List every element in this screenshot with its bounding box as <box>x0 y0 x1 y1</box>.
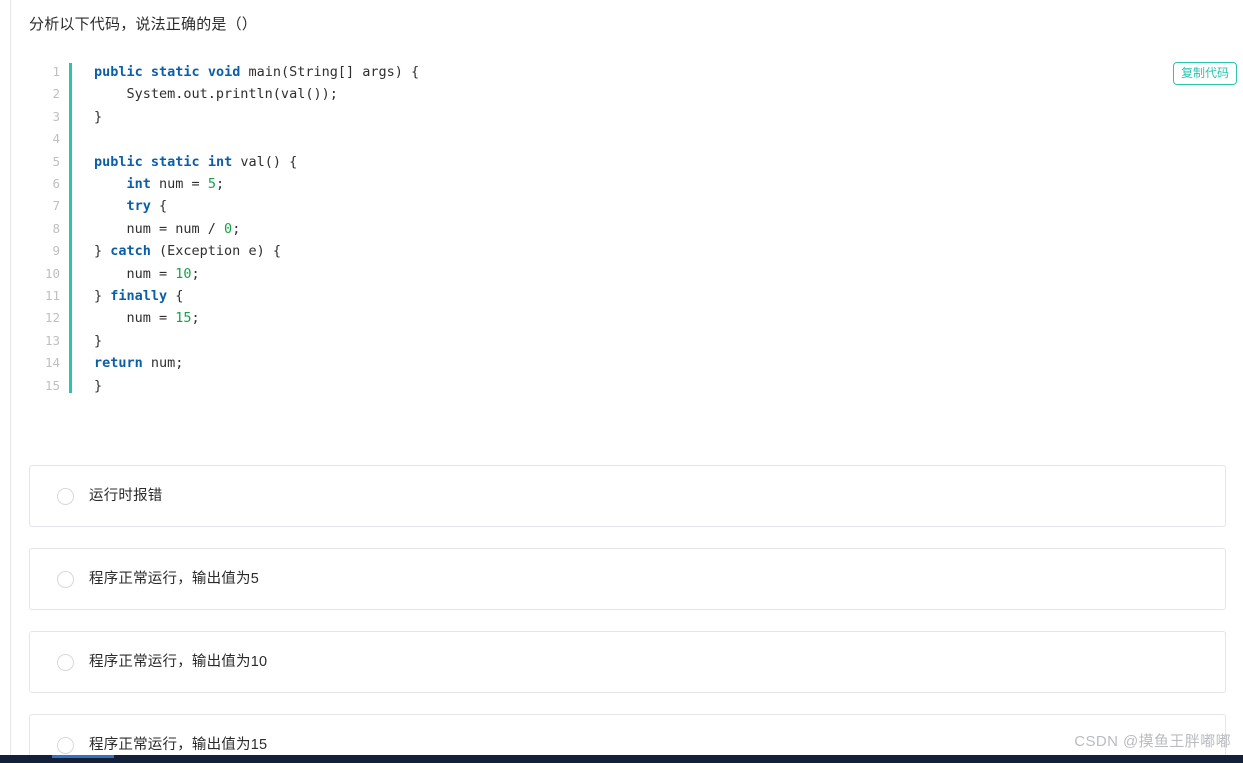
answer-option-label: 程序正常运行，输出值为5 <box>89 571 259 587</box>
code-line: public static int val() { <box>94 151 1243 173</box>
code-block: 复制代码 1 2 3 4 5 6 7 8 9 10 11 12 13 14 15 public static… <box>29 55 1243 405</box>
code-line: return num; <box>94 352 1243 374</box>
radio-icon[interactable] <box>57 570 74 588</box>
code-line-number: 10 <box>44 265 60 281</box>
code-line: int num = 5; <box>94 173 1243 195</box>
code-token-plain: } <box>94 377 103 394</box>
code-token-plain: } <box>94 243 111 260</box>
answer-option[interactable]: 程序正常运行，输出值为5 <box>29 548 1226 610</box>
code-line: System.out.println(val()); <box>94 83 1243 105</box>
code-line: } catch (Exception e) { <box>94 240 1243 262</box>
code-line-number: 7 <box>52 198 60 214</box>
code-line-number: 6 <box>52 176 60 192</box>
code-line-number: 8 <box>52 220 60 236</box>
code-line-number: 4 <box>52 131 60 147</box>
answer-option[interactable]: 程序正常运行，输出值为10 <box>29 631 1226 693</box>
code-line-number: 2 <box>52 86 60 102</box>
code-token-num: 0 <box>224 220 233 237</box>
code-line: } finally { <box>94 285 1243 307</box>
code-line-number: 12 <box>44 310 60 326</box>
code-token-kw: static <box>150 64 200 80</box>
code-token-plain: ; <box>191 265 200 282</box>
code-token-plain: { <box>167 288 184 305</box>
page-title: 分析以下代码，说法正确的是（） <box>29 16 258 33</box>
code-token-plain: ; <box>191 310 200 327</box>
code-token-plain: num = <box>94 265 176 282</box>
question-content: 分析以下代码，说法正确的是（） 复制代码 1 2 3 4 5 6 7 8 9 10 11 12 13 14… <box>11 0 1243 763</box>
code-line: num = 10; <box>94 263 1243 285</box>
code-token-plain: } <box>94 108 103 125</box>
code-token-plain: main(String[] args) { <box>240 64 420 80</box>
code-line: num = 15; <box>94 307 1243 329</box>
code-line: } <box>94 375 1243 397</box>
code-line: } <box>94 330 1243 352</box>
code-token-kw: try <box>126 198 151 215</box>
radio-icon[interactable] <box>57 653 74 671</box>
code-line-number: 1 <box>52 64 60 79</box>
code-token-kw: public <box>94 153 143 170</box>
code-token-plain: num = num / <box>94 220 225 237</box>
code-token-kw: public <box>94 64 143 80</box>
answer-option[interactable]: 运行时报错 <box>29 465 1226 527</box>
code-token-plain: { <box>150 198 168 215</box>
code-line-number: 15 <box>44 377 60 393</box>
code-token-kw: int <box>207 153 233 170</box>
code-token-plain: val() { <box>232 153 298 170</box>
code-token-plain: ; <box>232 220 241 237</box>
code-token-kw: int <box>126 176 151 193</box>
code-token-num: 10 <box>175 265 192 282</box>
code-line-number: 3 <box>52 108 60 124</box>
code-token-plain: num; <box>142 355 184 372</box>
code-token-plain: ; <box>215 176 225 193</box>
code-line: try { <box>94 195 1243 217</box>
code-line: num = num / 0; <box>94 218 1243 240</box>
code-token-plain: } <box>94 288 111 305</box>
code-line-number: 9 <box>52 243 60 259</box>
code-token-plain: num = <box>150 176 208 193</box>
code-line-number: 14 <box>44 355 60 371</box>
answer-option-label: 程序正常运行，输出值为15 <box>89 737 268 753</box>
radio-icon[interactable] <box>57 487 74 505</box>
browser-bottom-bar <box>0 755 1243 763</box>
code-line: public static void main(String[] args) { <box>94 61 1243 83</box>
code-line-number: 11 <box>44 288 60 304</box>
code-token-plain: System.out.println(val()); <box>94 86 338 103</box>
code-token-plain: (Exception e) { <box>150 243 281 260</box>
code-line: } <box>94 106 1243 128</box>
code-line-number: 5 <box>52 153 60 169</box>
code-line-numbers: 1 2 3 4 5 6 7 8 9 10 11 12 13 14 15 <box>29 55 69 397</box>
code-token-kw: finally <box>110 288 168 305</box>
code-text[interactable]: public static void main(String[] args) {… <box>72 55 1243 397</box>
bottom-bar-accent <box>52 755 114 758</box>
answer-options-list: 运行时报错程序正常运行，输出值为5 程序正常运行，输出值为10 程序正常运行，输出值… <box>29 465 1243 763</box>
code-token-kw: return <box>94 355 143 372</box>
code-scroll-area[interactable]: 1 2 3 4 5 6 7 8 9 10 11 12 13 14 15 public static void… <box>29 55 1243 405</box>
code-token-num: 5 <box>207 176 216 193</box>
code-token-plain: } <box>94 332 103 349</box>
code-token-kw: static <box>150 153 200 170</box>
answer-option-label: 程序正常运行，输出值为10 <box>89 654 268 670</box>
radio-icon[interactable] <box>57 736 74 754</box>
code-line-number: 13 <box>44 332 60 348</box>
code-token-plain: num = <box>94 310 176 327</box>
code-token-num: 15 <box>175 310 192 327</box>
code-token-kw: catch <box>110 243 151 260</box>
page-root: 分析以下代码，说法正确的是（） 复制代码 1 2 3 4 5 6 7 8 9 10 11 12 13 14… <box>0 0 1243 763</box>
answer-option-label: 运行时报错 <box>89 488 163 504</box>
code-token-kw: void <box>207 64 241 80</box>
